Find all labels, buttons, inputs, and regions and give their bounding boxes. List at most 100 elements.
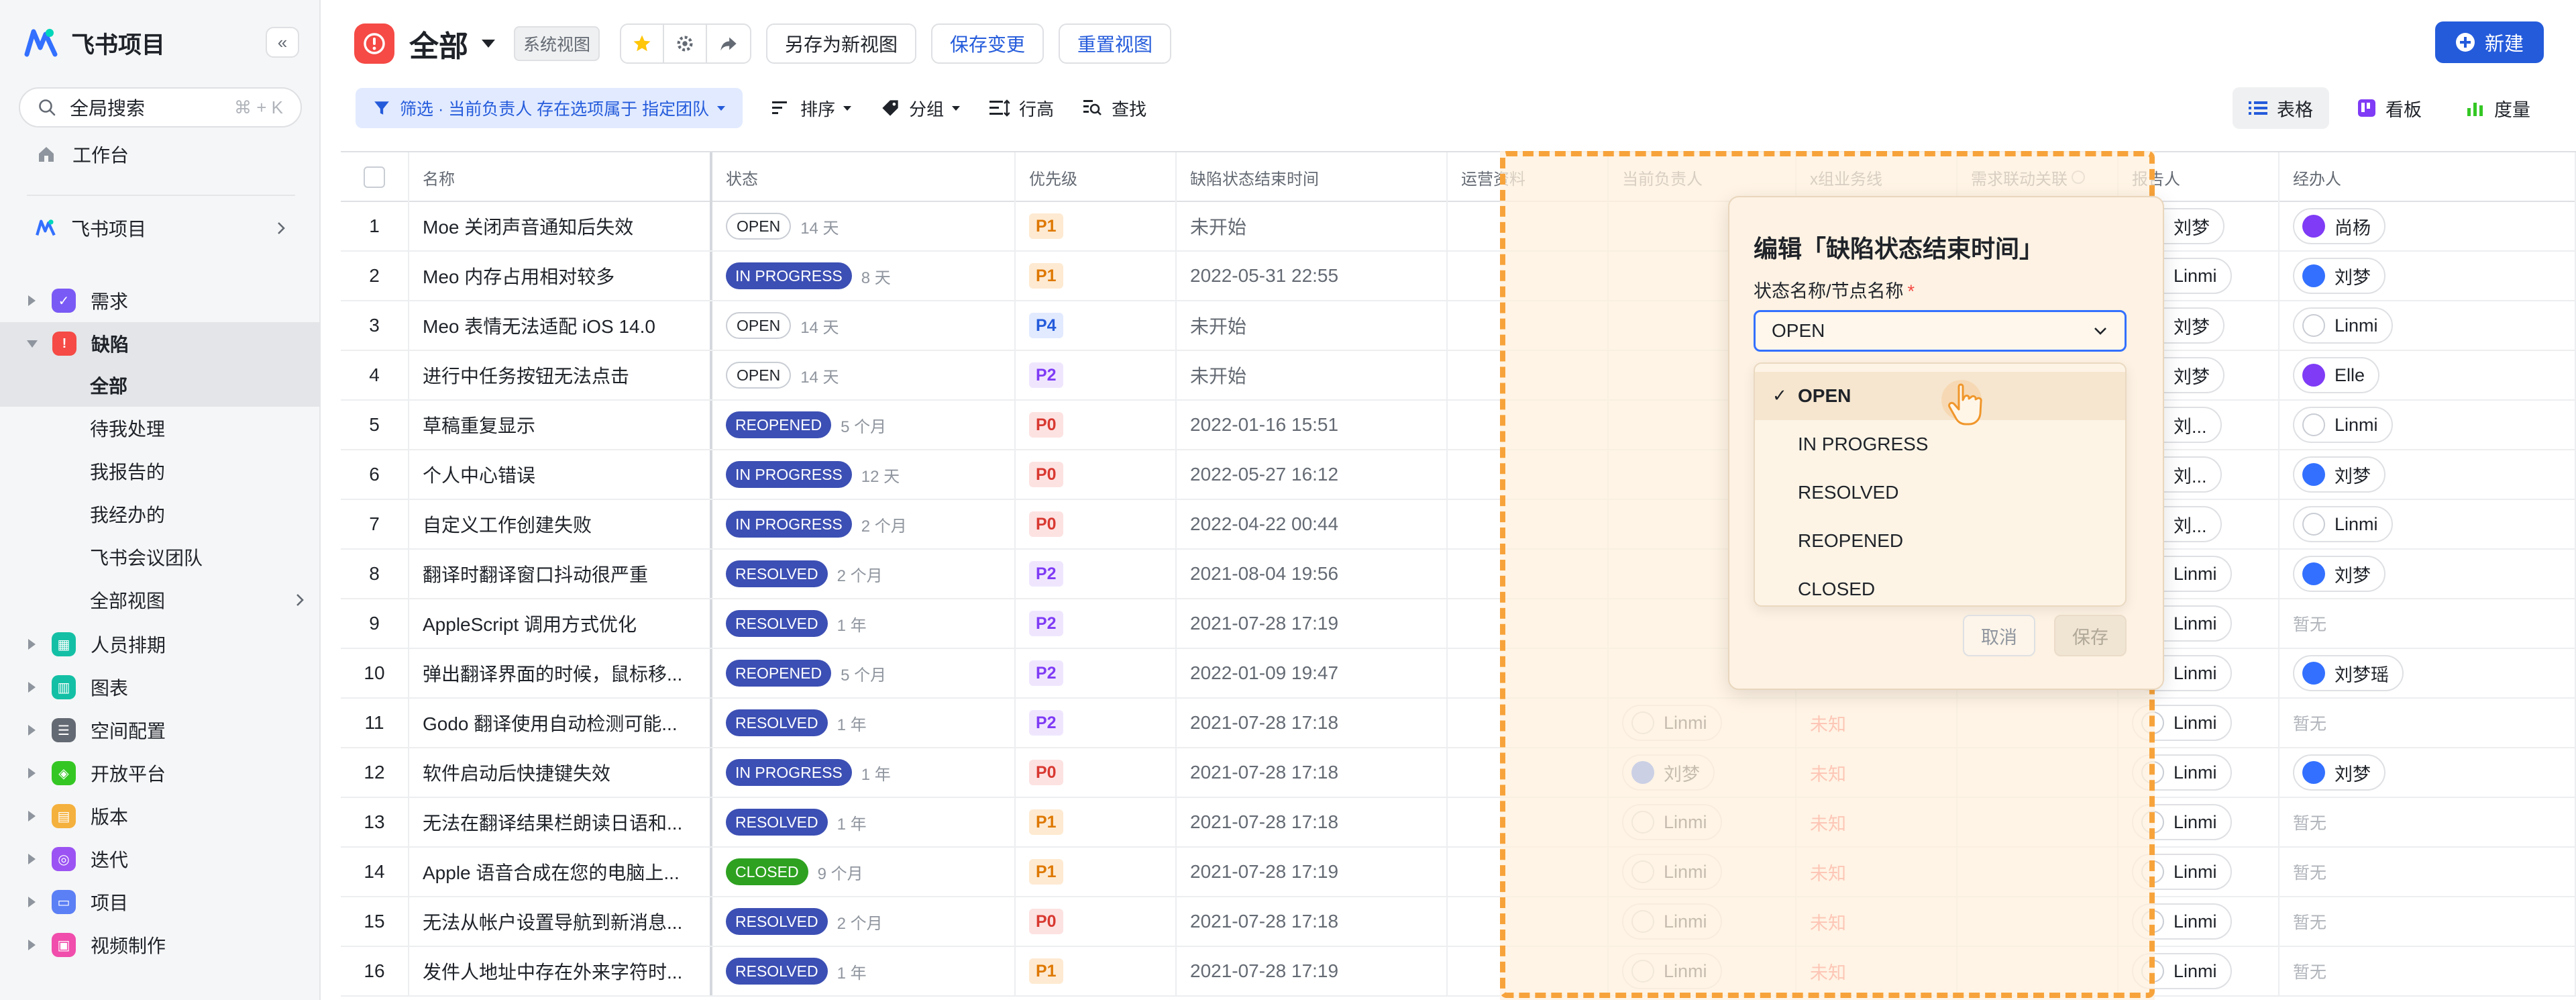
global-search[interactable]: 全局搜索 ⌘ + K <box>19 87 302 128</box>
ops-material-cell[interactable] <box>1448 202 1609 250</box>
ops-material-cell[interactable] <box>1448 897 1609 946</box>
end-time-cell[interactable]: 未开始 <box>1177 202 1448 250</box>
status-cell[interactable]: RESOLVED 1 年 <box>712 599 1016 648</box>
table-row[interactable]: 15 无法从帐户设置导航到新消息... RESOLVED 2 个月 P0 2021-07-… <box>341 897 2576 947</box>
row-number[interactable]: 9 <box>341 599 409 648</box>
assignee-cell[interactable]: 暂无 <box>2279 798 2576 846</box>
row-number[interactable]: 3 <box>341 301 409 350</box>
defect-name[interactable]: 个人中心错误 <box>409 450 712 499</box>
assignee-cell[interactable]: 暂无 <box>2279 848 2576 896</box>
assignee-chip[interactable]: 刘梦 <box>2293 456 2385 493</box>
assignee-chip[interactable]: 刘梦 <box>2293 556 2385 592</box>
status-cell[interactable]: RESOLVED 1 年 <box>712 798 1016 846</box>
priority-cell[interactable]: P0 <box>1016 500 1177 548</box>
assignee-cell[interactable]: 刘梦瑶 <box>2279 649 2576 697</box>
current-owner-cell[interactable]: Linmi <box>1609 699 1796 747</box>
ops-material-cell[interactable] <box>1448 848 1609 896</box>
status-cell[interactable]: RESOLVED 1 年 <box>712 699 1016 747</box>
assignee-cell[interactable]: Elle <box>2279 351 2576 399</box>
row-height-button[interactable]: 行高 <box>989 96 1054 121</box>
assignee-chip[interactable]: Linmi <box>2293 407 2393 443</box>
ops-material-cell[interactable] <box>1448 798 1609 846</box>
sidebar-subitem-meeting-team[interactable]: 飞书会议团队 <box>0 536 321 579</box>
end-time-cell[interactable]: 2022-04-22 00:44 <box>1177 500 1448 548</box>
priority-cell[interactable]: P1 <box>1016 252 1177 300</box>
defect-name[interactable]: Meo 表情无法适配 iOS 14.0 <box>409 301 712 350</box>
end-time-cell[interactable]: 2022-01-16 15:51 <box>1177 401 1448 449</box>
defect-name[interactable]: 草稿重复显示 <box>409 401 712 449</box>
status-cell[interactable]: CLOSED 9 个月 <box>712 848 1016 896</box>
new-item-button[interactable]: 新建 <box>2434 21 2544 63</box>
reporter-chip[interactable]: Linmi <box>2132 804 2232 840</box>
row-number[interactable]: 8 <box>341 550 409 598</box>
end-time-cell[interactable]: 未开始 <box>1177 301 1448 350</box>
column-header-assignee[interactable]: 经办人 <box>2279 152 2576 202</box>
sidebar-item-space-config[interactable]: ☰ 空间配置 <box>0 709 321 752</box>
ops-material-cell[interactable] <box>1448 500 1609 548</box>
tab-table[interactable]: 表格 <box>2233 87 2329 129</box>
defect-name[interactable]: 软件启动后快捷键失效 <box>409 748 712 797</box>
table-row[interactable]: 9 AppleScript 调用方式优化 RESOLVED 1 年 P2 2021-07-… <box>341 599 2576 649</box>
assignee-chip[interactable]: Linmi <box>2293 506 2393 542</box>
table-row[interactable]: 10 弹出翻译界面的时候，鼠标移... REOPENED 5 个月 P2 2022-01-… <box>341 649 2576 699</box>
requirement-link-cell[interactable] <box>1957 699 2118 747</box>
priority-cell[interactable]: P1 <box>1016 947 1177 995</box>
row-number[interactable]: 16 <box>341 947 409 995</box>
save-button[interactable]: 保存 <box>2054 615 2127 656</box>
sidebar-subitem-todo[interactable]: 待我处理 <box>0 407 321 450</box>
end-time-cell[interactable]: 2021-07-28 17:18 <box>1177 699 1448 747</box>
defect-name[interactable]: 进行中任务按钮无法点击 <box>409 351 712 399</box>
status-cell[interactable]: OPEN 14 天 <box>712 301 1016 350</box>
row-number[interactable]: 15 <box>341 897 409 946</box>
priority-cell[interactable]: P4 <box>1016 301 1177 350</box>
ops-material-cell[interactable] <box>1448 699 1609 747</box>
sidebar-item-project-space[interactable]: 飞书项目 <box>0 207 321 250</box>
cancel-button[interactable]: 取消 <box>1963 615 2035 656</box>
owner-chip[interactable]: Linmi <box>1622 953 1722 989</box>
status-node-select[interactable]: OPEN <box>1754 310 2127 352</box>
assignee-cell[interactable]: 暂无 <box>2279 897 2576 946</box>
assignee-cell[interactable]: Linmi <box>2279 301 2576 350</box>
row-number[interactable]: 13 <box>341 798 409 846</box>
table-row[interactable]: 4进行中任务按钮无法点击OPEN14 天P2未开始未知刘梦Elle <box>341 351 2576 401</box>
requirement-link-cell[interactable] <box>1957 748 2118 797</box>
gear-icon[interactable] <box>664 25 708 62</box>
ops-material-cell[interactable] <box>1448 401 1609 449</box>
priority-cell[interactable]: P2 <box>1016 351 1177 399</box>
business-line-cell[interactable]: 未知 <box>1796 798 1957 846</box>
priority-cell[interactable]: P2 <box>1016 599 1177 648</box>
table-row[interactable]: 2 Meo 内存占用相对较多 IN PROGRESS 8 天 P1 2022-05-31 … <box>341 252 2576 301</box>
status-cell[interactable]: RESOLVED 2 个月 <box>712 897 1016 946</box>
table-row[interactable]: 8 翻译时翻译窗口抖动很严重 RESOLVED 2 个月 P2 2021-08-04 19… <box>341 550 2576 599</box>
current-owner-cell[interactable]: Linmi <box>1609 897 1796 946</box>
requirement-link-cell[interactable] <box>1957 848 2118 896</box>
sidebar-item-version[interactable]: ▤ 版本 <box>0 795 321 838</box>
current-owner-cell[interactable]: Linmi <box>1609 947 1796 995</box>
reporter-cell[interactable]: Linmi <box>2118 848 2279 896</box>
priority-cell[interactable]: P1 <box>1016 848 1177 896</box>
tab-board[interactable]: 看板 <box>2341 87 2438 129</box>
sidebar-item-iteration[interactable]: ◎ 迭代 <box>0 838 321 881</box>
row-number[interactable]: 12 <box>341 748 409 797</box>
status-cell[interactable]: IN PROGRESS 12 天 <box>712 450 1016 499</box>
ops-material-cell[interactable] <box>1448 450 1609 499</box>
column-header-business-line[interactable]: x组业务线 <box>1796 152 1957 202</box>
defect-name[interactable]: Godo 翻译使用自动检测可能... <box>409 699 712 747</box>
owner-chip[interactable]: Linmi <box>1622 903 1722 940</box>
requirement-link-cell[interactable] <box>1957 798 2118 846</box>
table-row[interactable]: 12 软件启动后快捷键失效 IN PROGRESS 1 年 P0 2021-07-28 1… <box>341 748 2576 798</box>
assignee-cell[interactable]: 刘梦 <box>2279 550 2576 598</box>
sidebar-subitem-all-views[interactable]: 全部视图 <box>0 579 321 621</box>
ops-material-cell[interactable] <box>1448 252 1609 300</box>
row-number[interactable]: 6 <box>341 450 409 499</box>
sidebar-item-projects[interactable]: ▭ 项目 <box>0 881 321 923</box>
ops-material-cell[interactable] <box>1448 351 1609 399</box>
save-changes-button[interactable]: 保存变更 <box>931 23 1044 64</box>
column-header-priority[interactable]: 优先级 <box>1016 152 1177 202</box>
table-row[interactable]: 16 发件人地址中存在外来字符时... RESOLVED 1 年 P1 2021-07-2… <box>341 947 2576 997</box>
end-time-cell[interactable]: 2021-07-28 17:19 <box>1177 599 1448 648</box>
assignee-cell[interactable]: 刘梦 <box>2279 252 2576 300</box>
reporter-chip[interactable]: Linmi <box>2132 754 2232 791</box>
status-cell[interactable]: IN PROGRESS 1 年 <box>712 748 1016 797</box>
sidebar-item-charts[interactable]: ▥ 图表 <box>0 666 321 709</box>
